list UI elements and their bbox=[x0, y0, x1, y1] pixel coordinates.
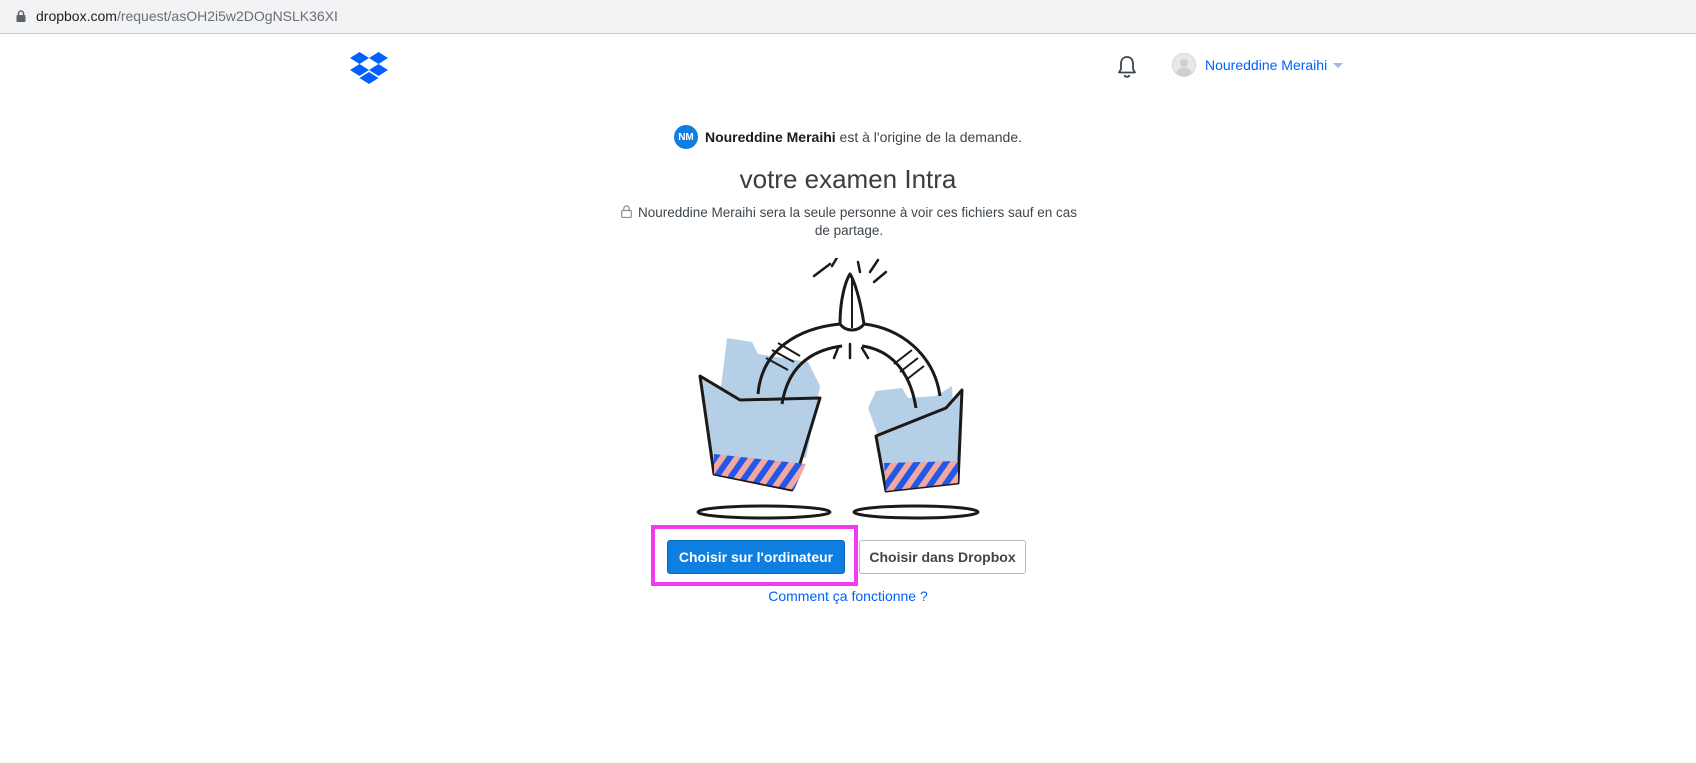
requester-avatar: NM bbox=[673, 125, 698, 149]
url-host: dropbox.com bbox=[36, 8, 117, 24]
lock-icon bbox=[16, 10, 26, 22]
requester-text: Noureddine Meraihi est à l'origine de la… bbox=[705, 129, 1022, 145]
privacy-text: Noureddine Meraihi sera la seule personn… bbox=[638, 205, 1077, 238]
bell-icon[interactable] bbox=[1116, 55, 1138, 79]
padlock-icon bbox=[621, 205, 632, 218]
how-it-works-link[interactable]: Comment ça fonctionne ? bbox=[0, 588, 1696, 604]
account-menu[interactable]: Noureddine Meraihi bbox=[1172, 53, 1344, 77]
requester-suffix: est à l'origine de la demande. bbox=[835, 129, 1023, 145]
avatar bbox=[1172, 53, 1196, 77]
chevron-down-icon bbox=[1333, 62, 1344, 68]
folders-high-five-illustration bbox=[696, 258, 980, 520]
page-title: votre examen Intra bbox=[739, 164, 957, 194]
browser-address-bar[interactable]: dropbox.com/request/asOH2i5w2DOgNSLK36XI bbox=[0, 0, 1696, 34]
url-path: /request/asOH2i5w2DOgNSLK36XI bbox=[116, 8, 338, 24]
requester-info: NM Noureddine Meraihi est à l'origine de… bbox=[0, 125, 1696, 149]
choose-from-computer-button[interactable]: Choisir sur l'ordinateur bbox=[667, 540, 845, 574]
privacy-note: Noureddine Meraihi sera la seule personn… bbox=[614, 204, 1084, 240]
dropbox-logo-icon[interactable] bbox=[350, 52, 388, 84]
choose-from-dropbox-button[interactable]: Choisir dans Dropbox bbox=[859, 540, 1026, 574]
requester-name: Noureddine Meraihi bbox=[704, 129, 836, 145]
url-text[interactable]: dropbox.com/request/asOH2i5w2DOgNSLK36XI bbox=[36, 8, 338, 24]
account-name: Noureddine Meraihi bbox=[1205, 57, 1328, 73]
